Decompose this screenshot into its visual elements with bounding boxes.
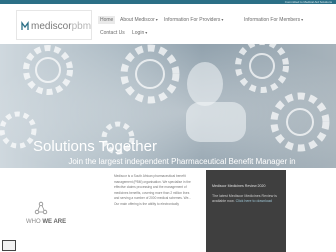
- brand-name-light: pbm: [71, 21, 92, 32]
- nav-item-label: About Mediscor: [120, 17, 155, 23]
- who-we-are-heading: WHO WE ARE: [26, 219, 66, 226]
- chevron-down-icon: ▾: [301, 17, 304, 22]
- brand-name: mediscorpbm: [31, 21, 91, 33]
- nav-item-label: Information For Members: [244, 17, 301, 23]
- news-title: Mediscor Medicines Review 2020: [212, 184, 266, 188]
- nav-item-providers[interactable]: Information For Providers▾: [162, 16, 225, 24]
- badge-image: [2, 240, 16, 251]
- who-label-light: WHO: [26, 219, 43, 225]
- nav-item-members[interactable]: Information For Members▾: [242, 16, 305, 24]
- nav-item-label: Information For Providers: [164, 17, 221, 23]
- header: mediscorpbm Home About Mediscor▾ Informa…: [0, 4, 336, 44]
- who-we-are-panel: WHO WE ARE: [0, 168, 100, 252]
- nav-item-label: Login: [132, 30, 145, 36]
- network-icon: [34, 201, 48, 215]
- main-nav: Home About Mediscor▾ Information For Pro…: [98, 16, 330, 42]
- hero-subtitle: Join the largest independent Pharmaceuti…: [68, 157, 296, 168]
- chevron-down-icon: ▾: [145, 30, 148, 35]
- brand-logo[interactable]: mediscorpbm: [16, 10, 92, 40]
- about-text-panel: Mediscor is a South African pharmaceutic…: [100, 168, 200, 252]
- hero-title: Solutions Together: [33, 138, 157, 155]
- news-download-link[interactable]: Click here to download: [236, 199, 272, 203]
- news-item: The latest Mediscor Medicines Review is …: [212, 194, 282, 204]
- news-panel: Mediscor Medicines Review 2020 The lates…: [206, 170, 286, 252]
- about-paragraph: Mediscor is a South African pharmaceutic…: [114, 174, 192, 206]
- nav-item-home[interactable]: Home: [98, 16, 116, 24]
- nav-item-contact[interactable]: Contact Us: [98, 29, 127, 37]
- nav-item-label: Contact Us: [100, 30, 125, 36]
- brand-name-main: mediscor: [31, 21, 72, 32]
- hero-banner: Solutions Together Join the largest inde…: [0, 44, 336, 168]
- nav-item-label: Home: [100, 17, 114, 23]
- chevron-down-icon: ▾: [221, 17, 224, 22]
- nav-item-about[interactable]: About Mediscor▾: [118, 16, 160, 24]
- chevron-down-icon: ▾: [155, 17, 158, 22]
- logo-mark-icon: [21, 21, 29, 30]
- nav-item-login[interactable]: Login▾: [130, 29, 149, 37]
- lower-section: WHO WE ARE Mediscor is a South African p…: [0, 168, 336, 252]
- who-label-bold: WE ARE: [42, 219, 67, 225]
